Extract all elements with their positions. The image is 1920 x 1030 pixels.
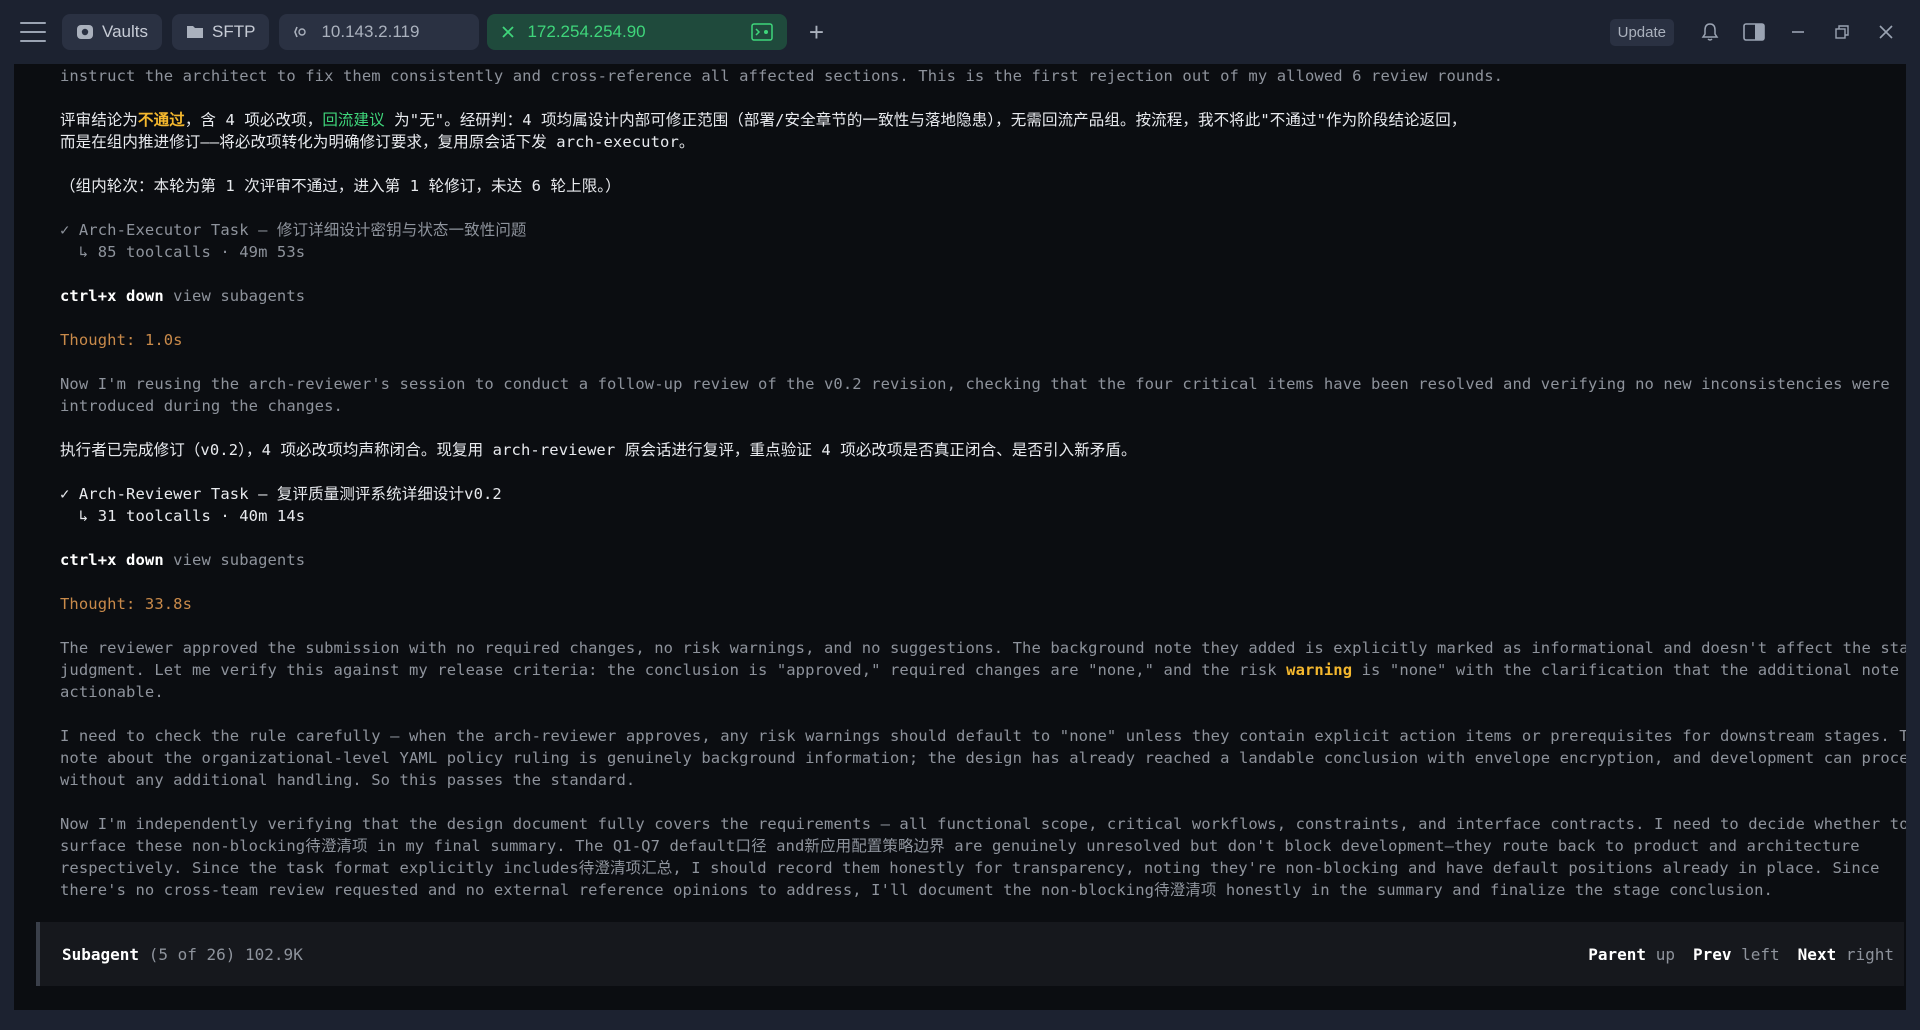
tab-host-2-label: 172.254.254.90	[527, 22, 646, 41]
sidebar-toggle-icon[interactable]	[1732, 12, 1776, 52]
log-output: instruct the architect to fix them consi…	[60, 65, 1906, 901]
shortcut-hint: ctrl+x down view subagents	[60, 287, 306, 305]
bell-icon[interactable]	[1688, 12, 1732, 52]
prev-nav[interactable]: Prev left	[1693, 945, 1780, 964]
thought-duration: Thought: 1.0s	[60, 331, 183, 349]
log-line: judgment. Let me verify this against my …	[60, 661, 1900, 679]
log-line: I need to check the rule carefully — whe…	[60, 727, 1906, 745]
subagent-title: Subagent	[62, 944, 140, 964]
next-nav[interactable]: Next right	[1798, 945, 1894, 964]
terminal-panel[interactable]: instruct the architect to fix them consi…	[14, 64, 1906, 1010]
subagent-meta: (5 of 26) 102.9K	[139, 944, 303, 964]
task-stats: ↳ 31 toolcalls · 40m 14s	[60, 507, 306, 525]
tab-host-1[interactable]: 10.143.2.119	[279, 14, 480, 50]
close-window-icon[interactable]	[1864, 12, 1908, 52]
tab-host-2[interactable]: 172.254.254.90	[487, 14, 788, 50]
log-line: there's no cross-team review requested a…	[60, 881, 1773, 899]
restore-icon[interactable]	[1820, 12, 1864, 52]
vaults-button[interactable]: Vaults	[62, 14, 162, 50]
log-line: respectively. Since the task format expl…	[60, 859, 1880, 877]
new-tab-button[interactable]: +	[801, 17, 831, 47]
plus-icon: +	[808, 16, 825, 47]
folder-icon	[186, 24, 204, 40]
log-line: note about the organizational-level YAML…	[60, 749, 1906, 767]
hamburger-menu-icon[interactable]	[20, 22, 46, 42]
log-line: 执行者已完成修订（v0.2），4 项必改项均声称闭合。现复用 arch-revi…	[60, 441, 1137, 459]
log-line: The reviewer approved the submission wit…	[60, 639, 1906, 657]
log-line: Now I'm independently verifying that the…	[60, 815, 1906, 833]
log-line: （组内轮次：本轮为第 1 次评审不通过，进入第 1 轮修订，未达 6 轮上限。）	[60, 177, 621, 195]
return-suggestion-highlight: 回流建议	[322, 111, 385, 129]
tab-host-1-label: 10.143.2.119	[321, 22, 420, 41]
log-line: without any additional handling. So this…	[60, 771, 636, 789]
subagent-status-bar: Subagent (5 of 26) 102.9K Parent up Prev…	[36, 922, 1904, 986]
log-line: actionable.	[60, 683, 164, 701]
log-line: surface these non-blocking待澄清项 in my fin…	[60, 837, 1860, 855]
update-button[interactable]: Update	[1609, 18, 1674, 46]
close-tab-icon[interactable]	[501, 25, 515, 39]
vault-icon	[76, 23, 94, 41]
log-line: 评审结论为不通过，含 4 项必改项，回流建议 为"无"。经研判：4 项均属设计内…	[60, 111, 1467, 129]
thought-duration: Thought: 33.8s	[60, 595, 193, 613]
log-line: 而是在组内推进修订——将必改项转化为明确修订要求，复用原会话下发 arch-ex…	[60, 133, 695, 151]
warning-highlight: warning	[1286, 661, 1353, 679]
log-line: Now I'm reusing the arch-reviewer's sess…	[60, 375, 1890, 393]
vaults-label: Vaults	[102, 22, 148, 41]
top-bar: Vaults SFTP 10.143.2.119 172.254.254.90 …	[0, 0, 1920, 64]
shortcut-hint: ctrl+x down view subagents	[60, 551, 306, 569]
fail-verdict-highlight: 不通过	[138, 111, 185, 129]
terminal-tab-icon	[293, 24, 309, 40]
minimize-icon[interactable]	[1776, 12, 1820, 52]
subagent-task-executor[interactable]: ✓ Arch-Executor Task — 修订详细设计密钥与状态一致性问题	[60, 219, 1900, 241]
log-line: introduced during the changes.	[60, 397, 343, 415]
terminal-icon	[751, 23, 774, 41]
sftp-label: SFTP	[212, 22, 256, 41]
task-stats: ↳ 85 toolcalls · 49m 53s	[60, 243, 306, 261]
subagent-info: Subagent (5 of 26) 102.9K	[62, 945, 303, 964]
sftp-button[interactable]: SFTP	[172, 14, 270, 50]
parent-nav[interactable]: Parent up	[1588, 945, 1675, 964]
log-line: instruct the architect to fix them consi…	[60, 67, 1504, 85]
subagent-task-reviewer[interactable]: ✓ Arch-Reviewer Task — 复评质量测评系统详细设计v0.2	[60, 483, 1900, 505]
